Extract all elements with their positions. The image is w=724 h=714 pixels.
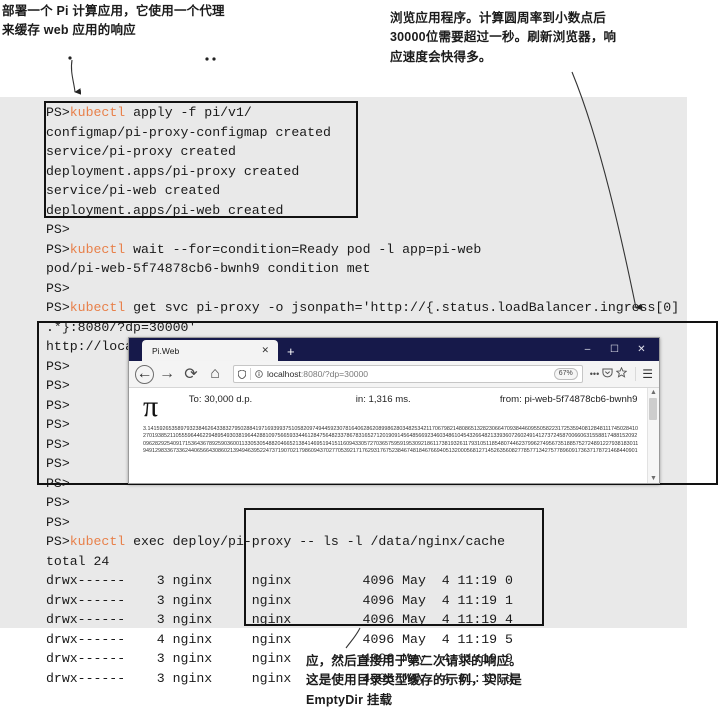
terminal-line: PS>: [46, 222, 70, 237]
terminal-line: PS>: [46, 280, 70, 296]
divider: [250, 368, 251, 380]
pocket-icon[interactable]: [602, 365, 613, 383]
bookmark-star-icon[interactable]: [615, 365, 628, 383]
menu-icon[interactable]: ☰: [635, 367, 653, 381]
browser-tab[interactable]: Pi.Web ✕: [142, 340, 278, 361]
annotation-bottom: 应，然后直接用于第二次请求的响应。 这是使用目录类型缓存的示例，实际是 Empt…: [306, 654, 522, 707]
url-host: localhost: [267, 369, 301, 379]
reload-icon[interactable]: ⟳: [180, 363, 202, 385]
terminal-line: PS>kubectl get svc pi-proxy -o jsonpath=…: [46, 300, 680, 315]
forward-icon[interactable]: →: [156, 363, 178, 385]
close-window-icon[interactable]: ✕: [628, 341, 655, 358]
address-bar[interactable]: localhost:8080/?dp=30000 67%: [233, 365, 583, 383]
url-text: localhost:8080/?dp=30000: [267, 369, 550, 379]
terminal-line: drwx------ 4 nginx nginx 4096 May 4 11:1…: [46, 631, 513, 647]
toolbar-right-icons: ••• ☰: [590, 365, 653, 383]
zoom-level-badge[interactable]: 67%: [553, 368, 578, 380]
pi-duration-label: in: 1,316 ms.: [355, 394, 411, 405]
scrollbar-thumb[interactable]: [649, 398, 657, 420]
info-icon[interactable]: [255, 370, 263, 378]
scroll-down-icon[interactable]: ▼: [650, 474, 657, 483]
pi-source-label: from: pi-web-5f74878cb6-bwnh9: [499, 394, 638, 405]
maximize-icon[interactable]: ☐: [601, 341, 628, 358]
dot-marker: [205, 57, 209, 61]
home-icon[interactable]: ⌂: [204, 363, 226, 385]
pi-precision-label: To: 30,000 d.p.: [188, 394, 253, 405]
minimize-icon[interactable]: –: [574, 341, 601, 358]
highlight-box-cache-listing: [244, 508, 544, 626]
browser-titlebar: Pi.Web ✕ + – ☐ ✕: [129, 338, 659, 361]
browser-content: π To: 30,000 d.p. in: 1,316 ms. from: pi…: [129, 388, 659, 483]
close-icon[interactable]: ✕: [258, 345, 272, 356]
dot-marker: [212, 57, 216, 61]
highlight-box-apply-output: [44, 101, 358, 218]
annotation-top-right: 浏览应用程序。计算圆周率到小数点后 30000位需要超过一秒。刷新浏览器，响 应…: [390, 11, 617, 64]
terminal-line: pod/pi-web-5f74878cb6-bwnh9 condition me…: [46, 261, 371, 276]
shield-icon[interactable]: [238, 369, 246, 379]
content-scrollbar[interactable]: ▲ ▼: [647, 388, 659, 483]
pi-summary-row: π To: 30,000 d.p. in: 1,316 ms. from: pi…: [129, 388, 659, 423]
pi-symbol: π: [143, 390, 159, 423]
window-controls: – ☐ ✕: [574, 341, 655, 358]
more-icon[interactable]: •••: [590, 369, 599, 379]
new-tab-button[interactable]: +: [287, 345, 295, 358]
dot-marker: [68, 56, 72, 60]
browser-toolbar: ← → ⟳ ⌂ localhost:8080/?dp=30000 67% •••…: [129, 361, 659, 388]
browser-tab-title: Pi.Web: [152, 345, 180, 356]
terminal-line: PS>kubectl wait --for=condition=Ready po…: [46, 241, 482, 257]
leader-arrow-apply: [70, 59, 82, 95]
pi-digits-text: 3.14159265358979323846264338327950288419…: [143, 426, 639, 456]
url-path: :8080/?dp=30000: [300, 369, 369, 379]
scroll-up-icon[interactable]: ▲: [650, 388, 657, 397]
back-icon[interactable]: ←: [135, 364, 154, 384]
browser-window[interactable]: Pi.Web ✕ + – ☐ ✕ ← → ⟳ ⌂ localhost:8080/…: [128, 337, 660, 484]
annotation-top-left: 部署一个 Pi 计算应用，它使用一个代理 来缓存 web 应用的响应: [2, 4, 225, 38]
